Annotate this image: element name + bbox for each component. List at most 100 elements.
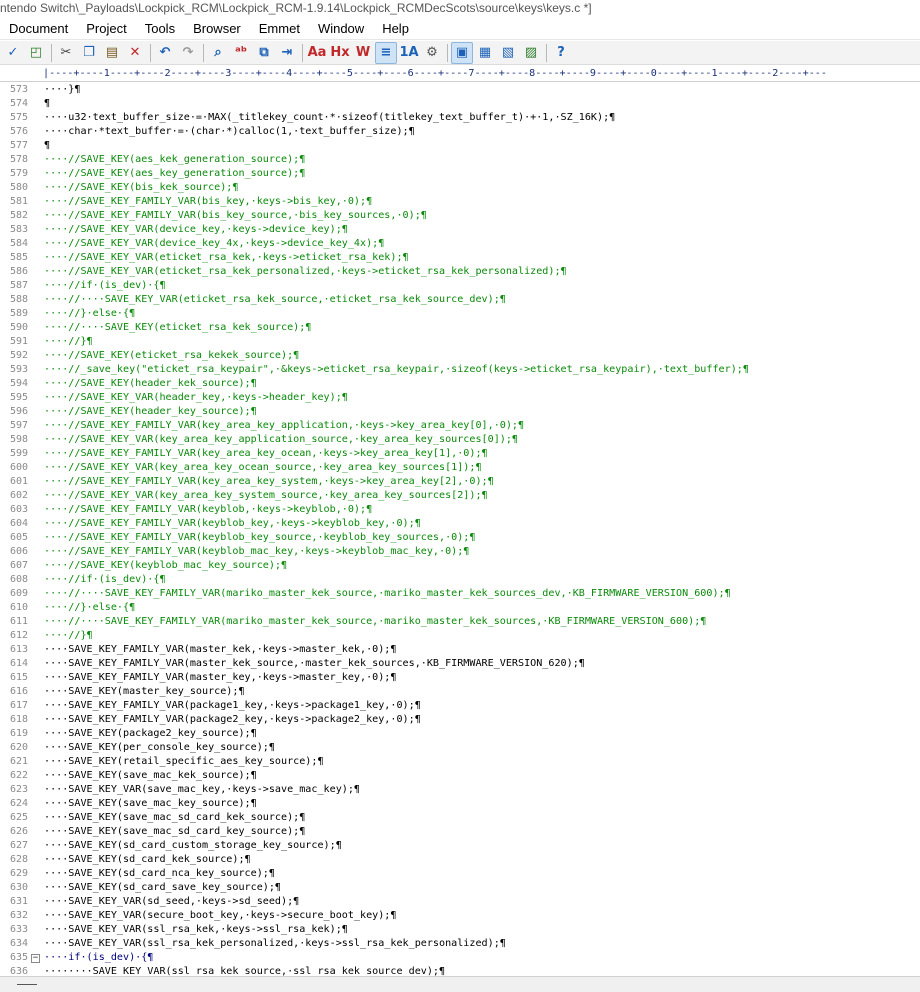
code-text[interactable]: ····SAVE_KEY(package2_key_source);¶	[44, 727, 257, 741]
code-line[interactable]: 613 ····SAVE_KEY_FAMILY_VAR(master_kek,·k…	[0, 643, 920, 657]
code-text[interactable]: ····SAVE_KEY_FAMILY_VAR(master_key,·keys…	[44, 671, 396, 685]
code-text[interactable]: ····SAVE_KEY(save_mac_sd_card_key_source…	[44, 825, 305, 839]
view4-icon[interactable]: ▨	[520, 42, 542, 64]
code-line[interactable]: 581 ····//SAVE_KEY_FAMILY_VAR(bis_key,·ke…	[0, 195, 920, 209]
code-text[interactable]: ····//····SAVE_KEY(eticket_rsa_kek_sourc…	[44, 321, 311, 335]
code-text[interactable]: ········SAVE_KEY_VAR(ssl_rsa_kek_source,…	[44, 965, 445, 976]
code-text[interactable]: ····//if·(is_dev)·{¶	[44, 573, 166, 587]
code-text[interactable]: ····SAVE_KEY_VAR(sd_seed,·keys->sd_seed)…	[44, 895, 299, 909]
code-text[interactable]: ····//SAVE_KEY_FAMILY_VAR(keyblob_key_so…	[44, 531, 475, 545]
code-line[interactable]: 593 ····//_save_key("eticket_rsa_keypair"…	[0, 363, 920, 377]
code-text[interactable]: ····//SAVE_KEY_FAMILY_VAR(keyblob_mac_ke…	[44, 545, 469, 559]
code-text[interactable]: ····//SAVE_KEY_VAR(key_area_key_system_s…	[44, 489, 488, 503]
code-text[interactable]: ····//SAVE_KEY_VAR(header_key,·keys->hea…	[44, 391, 348, 405]
code-line[interactable]: 605 ····//SAVE_KEY_FAMILY_VAR(keyblob_key…	[0, 531, 920, 545]
settings-icon[interactable]: ⚙	[421, 42, 443, 64]
code-text[interactable]: ····//SAVE_KEY(eticket_rsa_kekek_source)…	[44, 349, 299, 363]
code-text[interactable]: ····SAVE_KEY(sd_card_custom_storage_key_…	[44, 839, 342, 853]
code-line[interactable]: 573 ····}¶	[0, 83, 920, 97]
goto-icon[interactable]: ⇥	[276, 42, 298, 64]
code-line[interactable]: 611 ····//····SAVE_KEY_FAMILY_VAR(mariko_…	[0, 615, 920, 629]
code-line[interactable]: 599 ····//SAVE_KEY_FAMILY_VAR(key_area_ke…	[0, 447, 920, 461]
code-line[interactable]: 620 ····SAVE_KEY(per_console_key_source);…	[0, 741, 920, 755]
code-line[interactable]: 602 ····//SAVE_KEY_VAR(key_area_key_syste…	[0, 489, 920, 503]
code-text[interactable]: ····if·(is_dev)·{¶	[44, 951, 153, 965]
code-line[interactable]: 580 ····//SAVE_KEY(bis_kek_source);¶	[0, 181, 920, 195]
code-text[interactable]: ····//SAVE_KEY_VAR(key_area_key_ocean_so…	[44, 461, 482, 475]
code-line[interactable]: 588 ····//····SAVE_KEY_VAR(eticket_rsa_ke…	[0, 293, 920, 307]
code-text[interactable]: ····//}¶	[44, 629, 93, 643]
code-line[interactable]: 635− ····if·(is_dev)·{¶	[0, 951, 920, 965]
spellcheck-icon[interactable]: ✓	[2, 42, 24, 64]
code-text[interactable]: ····//SAVE_KEY_VAR(eticket_rsa_kek_perso…	[44, 265, 567, 279]
code-text[interactable]: ····//SAVE_KEY(header_kek_source);¶	[44, 377, 257, 391]
code-line[interactable]: 576 ····char·*text_buffer·=·(char·*)callo…	[0, 125, 920, 139]
code-text[interactable]: ····SAVE_KEY(master_key_source);¶	[44, 685, 245, 699]
code-line[interactable]: 609 ····//····SAVE_KEY_FAMILY_VAR(mariko_…	[0, 587, 920, 601]
code-text[interactable]: ····SAVE_KEY(per_console_key_source);¶	[44, 741, 275, 755]
code-line[interactable]: 587 ····//if·(is_dev)·{¶	[0, 279, 920, 293]
code-text[interactable]: ····}¶	[44, 83, 80, 97]
code-text[interactable]: ····//SAVE_KEY_VAR(device_key_4x,·keys->…	[44, 237, 384, 251]
code-line[interactable]: 574 ¶	[0, 97, 920, 111]
redo-icon[interactable]: ↷	[177, 42, 199, 64]
code-text[interactable]: ····//SAVE_KEY_FAMILY_VAR(keyblob_key,·k…	[44, 517, 421, 531]
code-line[interactable]: 626 ····SAVE_KEY(save_mac_sd_card_key_sou…	[0, 825, 920, 839]
code-line[interactable]: 612 ····//}¶	[0, 629, 920, 643]
code-text[interactable]: ····SAVE_KEY(sd_card_kek_source);¶	[44, 853, 251, 867]
code-line[interactable]: 583 ····//SAVE_KEY_VAR(device_key,·keys->…	[0, 223, 920, 237]
undo-icon[interactable]: ↶	[154, 42, 176, 64]
font-icon[interactable]: Aa	[306, 42, 328, 64]
code-line[interactable]: 625 ····SAVE_KEY(save_mac_sd_card_kek_sou…	[0, 811, 920, 825]
code-line[interactable]: 579 ····//SAVE_KEY(aes_key_generation_sou…	[0, 167, 920, 181]
code-text[interactable]: ····SAVE_KEY_FAMILY_VAR(master_kek_sourc…	[44, 657, 585, 671]
code-editor[interactable]: 573 ····}¶ 574 ¶ 575 ····u32·text_buffer_size…	[0, 83, 920, 976]
code-text[interactable]: ····SAVE_KEY_VAR(ssl_rsa_kek,·keys->ssl_…	[44, 923, 348, 937]
code-line[interactable]: 584 ····//SAVE_KEY_VAR(device_key_4x,·key…	[0, 237, 920, 251]
code-line[interactable]: 586 ····//SAVE_KEY_VAR(eticket_rsa_kek_pe…	[0, 265, 920, 279]
fold-toggle-icon[interactable]: −	[31, 954, 40, 963]
cut-icon[interactable]: ✂	[55, 42, 77, 64]
code-text[interactable]: ····//SAVE_KEY_FAMILY_VAR(key_area_key_a…	[44, 419, 524, 433]
code-text[interactable]: ¶	[44, 139, 50, 153]
paste-icon[interactable]: ▤	[101, 42, 123, 64]
code-line[interactable]: 633 ····SAVE_KEY_VAR(ssl_rsa_kek,·keys->s…	[0, 923, 920, 937]
menu-project[interactable]: Project	[77, 19, 135, 39]
code-text[interactable]: ····//····SAVE_KEY_FAMILY_VAR(mariko_mas…	[44, 615, 706, 629]
code-line[interactable]: 585 ····//SAVE_KEY_VAR(eticket_rsa_kek,·k…	[0, 251, 920, 265]
code-text[interactable]: ····SAVE_KEY_FAMILY_VAR(package1_key,·ke…	[44, 699, 421, 713]
code-text[interactable]: ····SAVE_KEY(sd_card_save_key_source);¶	[44, 881, 281, 895]
code-text[interactable]: ····//SAVE_KEY(keyblob_mac_key_source);¶	[44, 559, 287, 573]
code-text[interactable]: ····//····SAVE_KEY_FAMILY_VAR(mariko_mas…	[44, 587, 731, 601]
find-icon[interactable]: ⌕	[207, 42, 229, 64]
code-text[interactable]: ····char·*text_buffer·=·(char·*)calloc(1…	[44, 125, 415, 139]
code-text[interactable]: ····//SAVE_KEY(header_key_source);¶	[44, 405, 257, 419]
code-text[interactable]: ····//}·else·{¶	[44, 307, 135, 321]
code-line[interactable]: 591 ····//}¶	[0, 335, 920, 349]
code-line[interactable]: 582 ····//SAVE_KEY_FAMILY_VAR(bis_key_sou…	[0, 209, 920, 223]
view1-icon[interactable]: ▣	[451, 41, 473, 64]
code-line[interactable]: 621 ····SAVE_KEY(retail_specific_aes_key_…	[0, 755, 920, 769]
code-text[interactable]: ····SAVE_KEY(save_mac_kek_source);¶	[44, 769, 257, 783]
code-line[interactable]: 597 ····//SAVE_KEY_FAMILY_VAR(key_area_ke…	[0, 419, 920, 433]
code-text[interactable]: ····//if·(is_dev)·{¶	[44, 279, 166, 293]
delete-icon[interactable]: ✕	[124, 42, 146, 64]
code-line[interactable]: 630 ····SAVE_KEY(sd_card_save_key_source)…	[0, 881, 920, 895]
code-text[interactable]: ····//SAVE_KEY_VAR(eticket_rsa_kek,·keys…	[44, 251, 409, 265]
code-text[interactable]: ····//_save_key("eticket_rsa_keypair",·&…	[44, 363, 749, 377]
code-line[interactable]: 616 ····SAVE_KEY(master_key_source);¶	[0, 685, 920, 699]
code-line[interactable]: 589 ····//}·else·{¶	[0, 307, 920, 321]
menu-window[interactable]: Window	[309, 19, 373, 39]
code-text[interactable]: ····//}·else·{¶	[44, 601, 135, 615]
code-text[interactable]: ····//SAVE_KEY_VAR(device_key,·keys->dev…	[44, 223, 348, 237]
code-line[interactable]: 622 ····SAVE_KEY(save_mac_kek_source);¶	[0, 769, 920, 783]
code-text[interactable]: ····SAVE_KEY_FAMILY_VAR(master_kek,·keys…	[44, 643, 396, 657]
word-wrap-icon[interactable]: W	[352, 42, 374, 64]
code-line[interactable]: 619 ····SAVE_KEY(package2_key_source);¶	[0, 727, 920, 741]
code-line[interactable]: 623 ····SAVE_KEY_VAR(save_mac_key,·keys->…	[0, 783, 920, 797]
code-text[interactable]: ¶	[44, 97, 50, 111]
code-text[interactable]: ····//SAVE_KEY(bis_kek_source);¶	[44, 181, 238, 195]
view2-icon[interactable]: ▦	[474, 42, 496, 64]
code-text[interactable]: ····SAVE_KEY(retail_specific_aes_key_sou…	[44, 755, 324, 769]
code-line[interactable]: 615 ····SAVE_KEY_FAMILY_VAR(master_key,·k…	[0, 671, 920, 685]
